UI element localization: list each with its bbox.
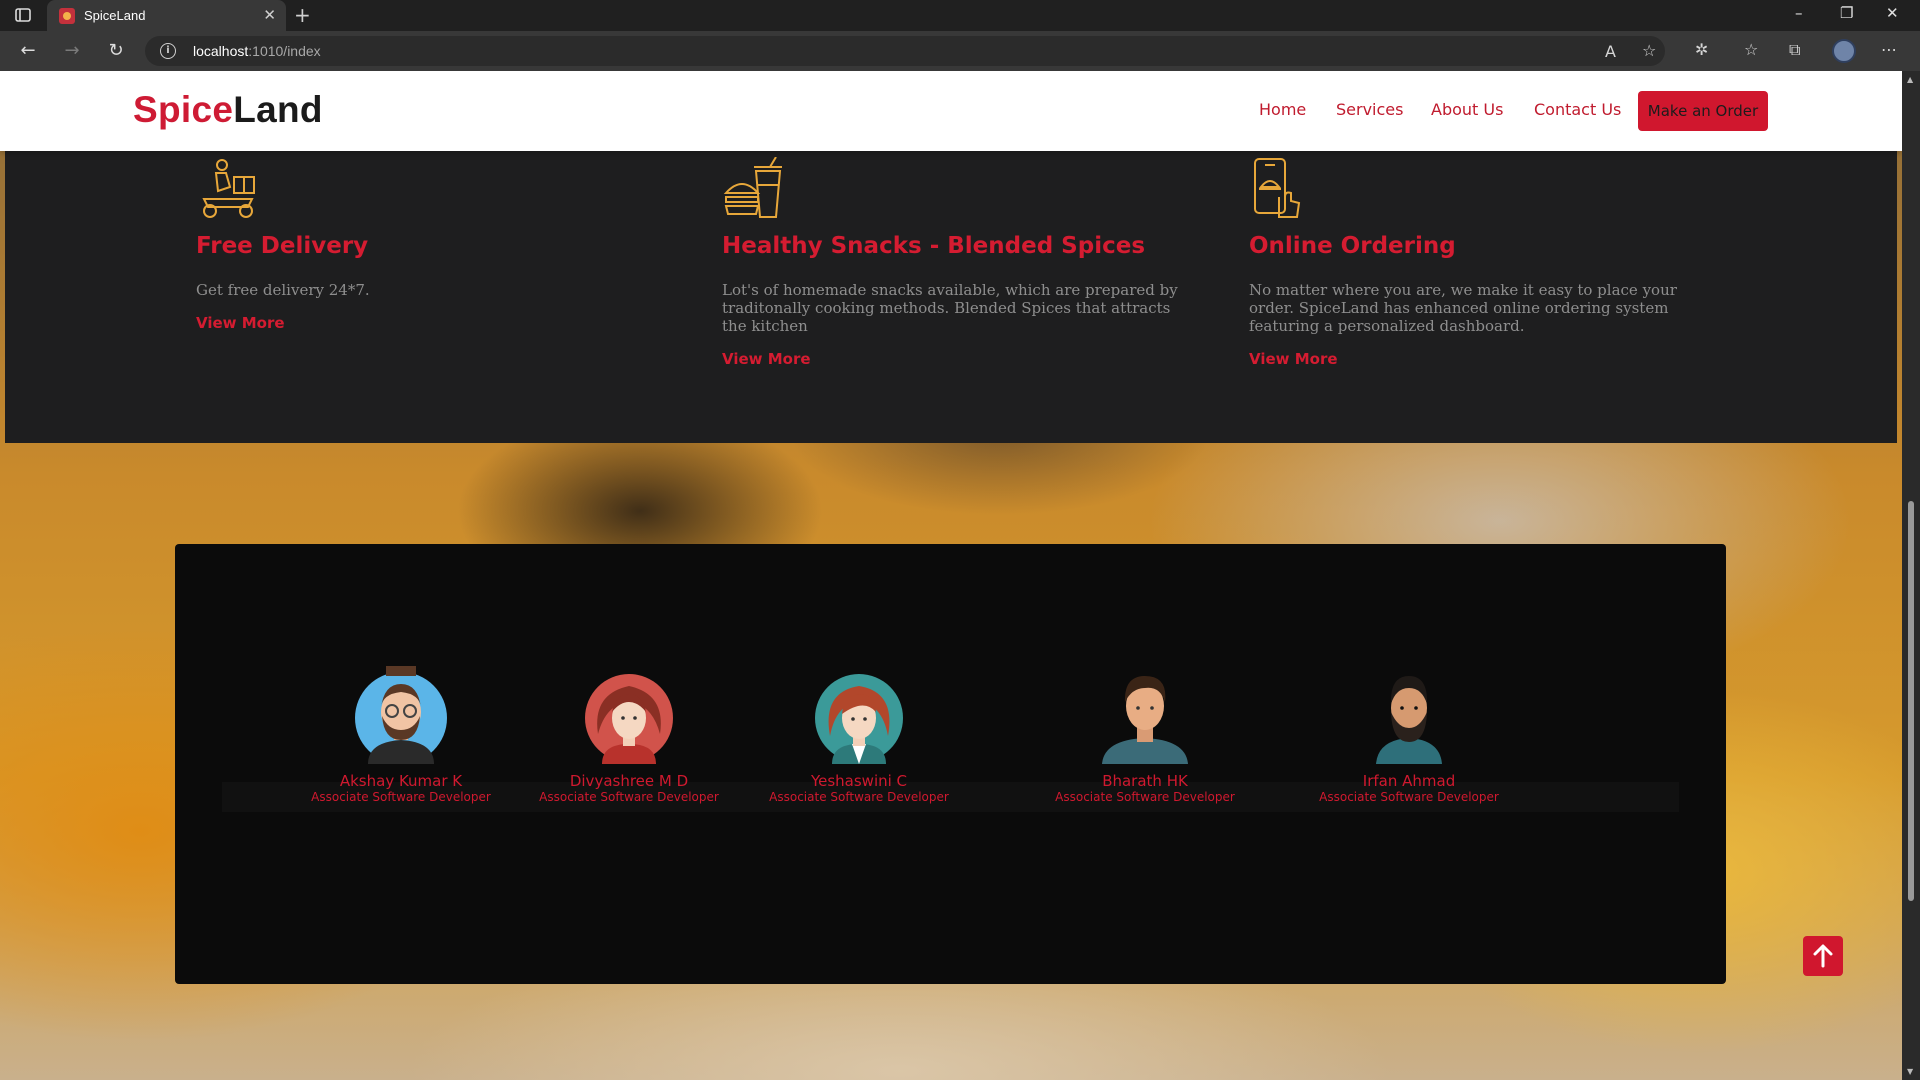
view-more-link[interactable]: View More — [1249, 350, 1338, 368]
nav-home[interactable]: Home — [1259, 100, 1306, 119]
forward-icon[interactable]: → — [60, 39, 84, 63]
reload-icon[interactable]: ↻ — [104, 39, 128, 63]
team-member-card: Yeshaswini C Associate Software Develope… — [729, 664, 989, 804]
browser-toolbar: ← → ↻ i localhost:1010/index A ☆ ✲ ☆ ⧉ ⋯ — [0, 31, 1920, 71]
browser-tab-bar: SpiceLand ✕ + – ❐ ✕ — [0, 0, 1920, 31]
team-member-card: Irfan Ahmad Associate Software Developer — [1279, 664, 1539, 804]
scrollbar-thumb[interactable] — [1908, 501, 1914, 901]
member-name: Bharath HK — [1102, 772, 1188, 790]
site-logo[interactable]: SpiceLand — [133, 89, 323, 131]
scroll-to-top-button[interactable] — [1803, 936, 1843, 976]
avatar — [355, 666, 447, 764]
view-more-link[interactable]: View More — [196, 314, 285, 332]
service-title: Healthy Snacks - Blended Spices — [722, 233, 1146, 259]
nav-contact-us[interactable]: Contact Us — [1534, 100, 1621, 119]
back-icon[interactable]: ← — [16, 39, 40, 63]
restore-icon[interactable]: ❐ — [1840, 4, 1853, 22]
nav-about-us[interactable]: About Us — [1431, 100, 1503, 119]
team-member-card: Divyashree M D Associate Software Develo… — [499, 664, 759, 804]
delivery-scooter-icon — [202, 159, 255, 218]
scroll-up-icon[interactable]: ▲ — [1907, 75, 1913, 84]
profile-avatar[interactable] — [1832, 39, 1856, 63]
member-name: Yeshaswini C — [810, 772, 908, 790]
mobile-ordering-icon — [1254, 158, 1301, 218]
service-description: Lot's of homemade snacks available, whic… — [722, 281, 1178, 335]
service-title: Online Ordering — [1249, 233, 1456, 259]
scroll-down-icon[interactable]: ▼ — [1907, 1067, 1913, 1076]
tab-title: SpiceLand — [84, 8, 146, 23]
team-member-card: Akshay Kumar K Associate Software Develo… — [271, 664, 531, 804]
member-name: Irfan Ahmad — [1362, 772, 1456, 790]
service-description: Get free delivery 24*7. — [196, 281, 370, 299]
team-section: Akshay Kumar K Associate Software Develo… — [175, 544, 1726, 984]
team-member-card: Bharath HK Associate Software Developer — [1015, 664, 1275, 804]
logo-spice-text: Spice — [133, 89, 234, 130]
member-name: Akshay Kumar K — [339, 772, 463, 790]
add-favorite-icon[interactable]: ☆ — [1642, 41, 1656, 60]
avatar — [815, 674, 903, 764]
settings-more-icon[interactable]: ⋯ — [1881, 40, 1897, 59]
member-role: Associate Software Developer — [1319, 790, 1499, 804]
new-tab-icon[interactable]: + — [294, 3, 311, 27]
view-more-link[interactable]: View More — [722, 350, 811, 368]
member-role: Associate Software Developer — [311, 790, 491, 804]
site-info-icon[interactable]: i — [160, 43, 176, 59]
site-header: SpiceLand Home Services About Us Contact… — [0, 71, 1902, 151]
close-window-icon[interactable]: ✕ — [1886, 4, 1899, 22]
extensions-icon[interactable]: ✲ — [1695, 40, 1708, 59]
collections-icon[interactable]: ⧉ — [1789, 40, 1800, 60]
browser-tab[interactable]: SpiceLand ✕ — [47, 0, 286, 31]
member-role: Associate Software Developer — [539, 790, 719, 804]
member-role: Associate Software Developer — [1055, 790, 1235, 804]
services-section: Free Delivery Get free delivery 24*7. Vi… — [5, 151, 1897, 443]
nav-services[interactable]: Services — [1336, 100, 1403, 119]
close-tab-icon[interactable]: ✕ — [263, 6, 276, 24]
member-name: Divyashree M D — [569, 772, 689, 790]
logo-land-text: Land — [233, 89, 323, 130]
avatar — [1376, 676, 1442, 764]
arrow-up-icon — [1813, 944, 1833, 968]
avatar — [1102, 676, 1188, 764]
favorites-icon[interactable]: ☆ — [1744, 40, 1758, 59]
page-viewport: SpiceLand Home Services About Us Contact… — [0, 71, 1902, 1080]
avatar — [585, 674, 673, 764]
read-aloud-icon[interactable]: A — [1605, 42, 1616, 61]
member-role: Associate Software Developer — [769, 790, 949, 804]
minimize-icon[interactable]: – — [1795, 4, 1803, 22]
service-description: No matter where you are, we make it easy… — [1249, 281, 1677, 335]
burger-drink-icon — [723, 157, 782, 218]
spiceland-favicon-icon — [59, 8, 75, 24]
page-scrollbar[interactable]: ▲ ▼ — [1902, 71, 1920, 1080]
make-an-order-button[interactable]: Make an Order — [1638, 91, 1768, 131]
url-text[interactable]: localhost:1010/index — [193, 43, 321, 59]
service-title: Free Delivery — [196, 233, 369, 259]
tab-actions-icon[interactable] — [14, 6, 32, 24]
address-bar[interactable]: i localhost:1010/index A ☆ — [145, 36, 1665, 66]
